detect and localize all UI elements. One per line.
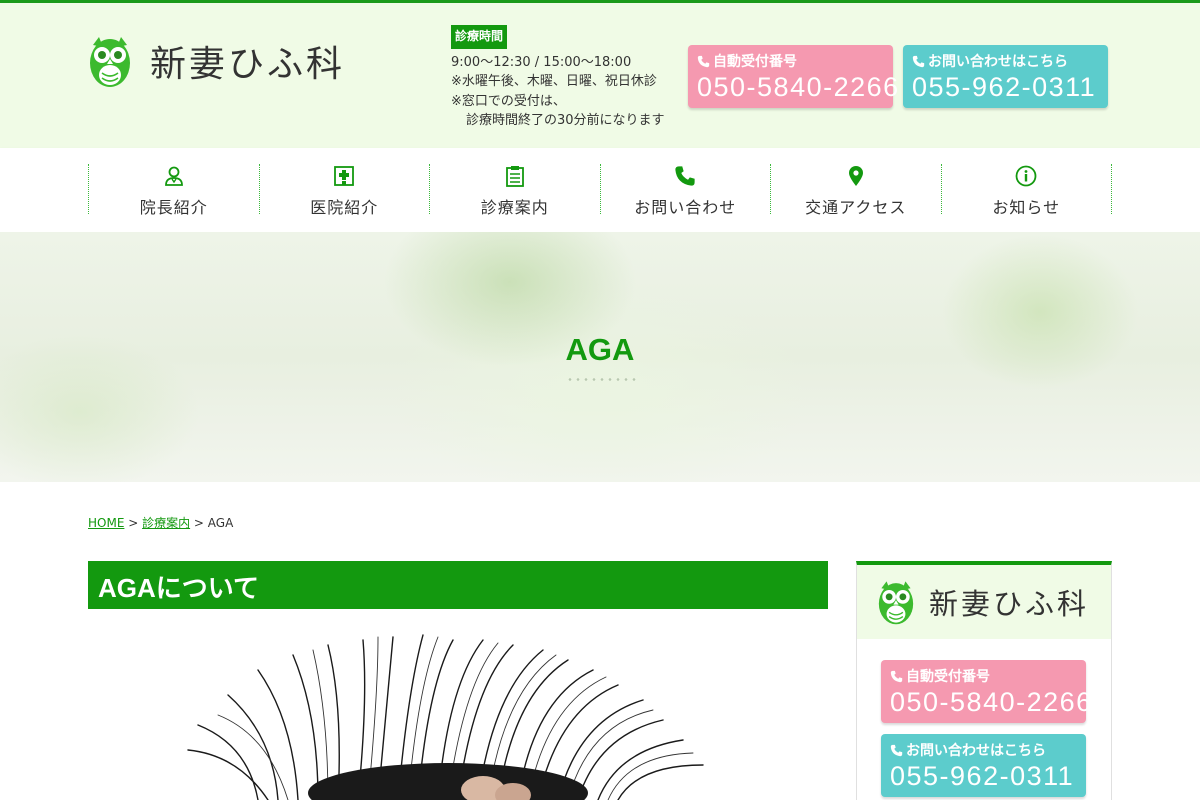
- global-nav: 院長紹介 医院紹介 診療案内 お問い合わせ 交通アクセス お知らせ: [0, 148, 1200, 232]
- inquiry-phone-button[interactable]: お問い合わせはこちら 055-962-0311: [903, 45, 1108, 108]
- owl-logo-icon: [878, 581, 914, 625]
- map-pin-icon: [848, 166, 863, 186]
- sidebar-auto-reception-number: 050-5840-2266: [890, 687, 1093, 717]
- clinic-hours: 診療時間 9:00〜12:30 / 15:00〜18:00 ※水曜午後、木曜、日…: [451, 25, 665, 131]
- auto-reception-phone-button[interactable]: 自動受付番号 050-5840-2266: [688, 45, 900, 108]
- auto-reception-number: 050-5840-2266: [697, 72, 900, 102]
- doctor-icon: [164, 166, 183, 186]
- phone-icon: [912, 55, 925, 67]
- nav-item-treatment[interactable]: 診療案内: [430, 164, 601, 217]
- site-logo-text: 新妻ひふ科: [150, 44, 346, 85]
- site-logo[interactable]: 新妻ひふ科: [88, 33, 345, 89]
- inquiry-number: 055-962-0311: [912, 72, 1097, 102]
- auto-reception-label: 自動受付番号: [713, 54, 797, 70]
- nav-label-news: お知らせ: [992, 198, 1061, 217]
- page-title: AGA: [565, 332, 635, 367]
- hours-reception-note-2: 診療時間終了の30分前になります: [466, 113, 665, 128]
- sidebar-inquiry-button[interactable]: お問い合わせはこちら 055-962-0311: [881, 734, 1086, 797]
- breadcrumb-separator: >: [124, 516, 143, 530]
- clipboard-icon: [505, 166, 524, 187]
- nav-item-news[interactable]: お知らせ: [942, 164, 1112, 217]
- info-icon: [1015, 165, 1037, 187]
- hospital-icon: [334, 166, 355, 186]
- nav-item-director[interactable]: 院長紹介: [89, 164, 260, 217]
- page-hero: AGA: [0, 232, 1200, 482]
- aga-hair-photo: [88, 625, 828, 800]
- sidebar-inquiry-label: お問い合わせはこちら: [906, 743, 1046, 759]
- hours-time: 9:00〜12:30 / 15:00〜18:00: [451, 54, 632, 70]
- nav-label-access: 交通アクセス: [805, 198, 907, 217]
- nav-label-contact: お問い合わせ: [634, 198, 737, 217]
- hours-badge: 診療時間: [451, 25, 508, 49]
- site-header: 新妻ひふ科 診療時間 9:00〜12:30 / 15:00〜18:00 ※水曜午…: [0, 3, 1200, 148]
- title-dots-divider: [566, 378, 636, 381]
- nav-item-contact[interactable]: お問い合わせ: [601, 164, 771, 217]
- breadcrumb-current: AGA: [207, 516, 234, 530]
- breadcrumb-treatment-link[interactable]: 診療案内: [142, 516, 190, 530]
- hours-closed-days: ※水曜午後、木曜、日曜、祝日休診: [451, 74, 657, 89]
- nav-item-clinic[interactable]: 医院紹介: [260, 164, 430, 217]
- nav-item-access[interactable]: 交通アクセス: [771, 164, 942, 217]
- phone-icon: [697, 55, 710, 67]
- sidebar: 新妻ひふ科 自動受付番号 050-5840-2266 お問い合わせはこちら 05…: [856, 561, 1112, 800]
- hours-reception-note: ※窓口での受付は、: [451, 93, 566, 109]
- sidebar-logo[interactable]: 新妻ひふ科: [857, 565, 1111, 639]
- phone-icon: [675, 166, 695, 186]
- phone-icon: [890, 744, 903, 756]
- section-heading: AGAについて: [88, 561, 828, 609]
- inquiry-label: お問い合わせはこちら: [928, 54, 1068, 70]
- nav-label-clinic: 医院紹介: [310, 198, 379, 217]
- nav-label-director: 院長紹介: [139, 198, 208, 217]
- breadcrumb: HOME > 診療案内 > AGA: [88, 514, 233, 531]
- breadcrumb-separator: >: [190, 516, 208, 530]
- owl-logo-icon: [90, 37, 130, 87]
- hair-illustration: [187, 634, 704, 800]
- sidebar-logo-text: 新妻ひふ科: [929, 587, 1090, 621]
- sidebar-inquiry-number: 055-962-0311: [890, 761, 1075, 791]
- phone-icon: [890, 670, 903, 682]
- sidebar-auto-reception-label: 自動受付番号: [906, 669, 990, 685]
- sidebar-auto-reception-button[interactable]: 自動受付番号 050-5840-2266: [881, 660, 1093, 723]
- nav-label-treatment: 診療案内: [480, 198, 549, 217]
- breadcrumb-home-link[interactable]: HOME: [88, 516, 124, 530]
